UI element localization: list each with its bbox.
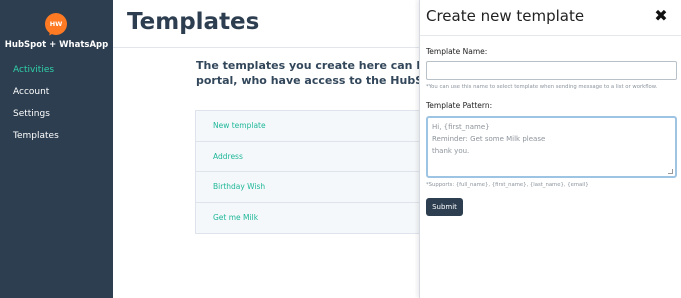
sidebar-nav: Activities Account Settings Templates: [13, 64, 59, 152]
resize-handle[interactable]: [668, 169, 673, 174]
sidebar-item-settings[interactable]: Settings: [13, 108, 59, 130]
submit-button[interactable]: Submit: [426, 198, 463, 216]
page-title: Templates: [127, 9, 260, 35]
template-link[interactable]: Birthday Wish: [213, 182, 265, 191]
list-item[interactable]: Birthday Wish: [196, 172, 424, 203]
template-pattern-textarea[interactable]: Hi, {first_name} Reminder: Get some Milk…: [426, 116, 677, 178]
page-description: The templates you create here can be use…: [196, 58, 456, 88]
template-name-hint: *You can use this name to select templat…: [426, 84, 658, 90]
description-line-1: The templates you create here can be use…: [196, 59, 456, 72]
template-link[interactable]: Get me Milk: [213, 213, 258, 222]
sidebar-item-activities[interactable]: Activities: [13, 64, 59, 86]
close-icon[interactable]: ✖: [653, 8, 669, 24]
pattern-placeholder-line: Reminder: Get some Milk please: [432, 135, 546, 143]
template-name-label: Template Name:: [426, 47, 488, 56]
template-pattern-label: Template Pattern:: [426, 101, 493, 110]
template-link[interactable]: New template: [213, 121, 266, 130]
list-item[interactable]: Address: [196, 142, 424, 172]
template-link[interactable]: Address: [213, 152, 243, 161]
list-item[interactable]: New template: [196, 111, 424, 142]
pattern-placeholder-line: Hi, {first_name}: [432, 123, 490, 131]
panel-title: Create new template: [426, 7, 585, 25]
template-name-input[interactable]: [426, 61, 677, 80]
sidebar-item-account[interactable]: Account: [13, 86, 59, 108]
app-logo[interactable]: HW: [45, 13, 67, 38]
sidebar: HW HubSpot + WhatsApp Activities Account…: [0, 0, 113, 298]
pattern-placeholder-line: thank you.: [432, 147, 470, 155]
logo-text: HW: [49, 20, 63, 28]
panel-divider: [420, 35, 681, 36]
description-line-2: portal, who have access to the HubSpot+W: [196, 74, 456, 87]
list-item[interactable]: Get me Milk: [196, 203, 424, 234]
supports-hint: *Supports: {full_name}, {first_name}, {l…: [426, 182, 589, 188]
sidebar-item-templates[interactable]: Templates: [13, 130, 59, 152]
brand-name: HubSpot + WhatsApp: [4, 40, 109, 50]
template-list: New template Address Birthday Wish Get m…: [195, 110, 425, 234]
create-template-panel: Create new template ✖ Template Name: *Yo…: [419, 0, 681, 298]
